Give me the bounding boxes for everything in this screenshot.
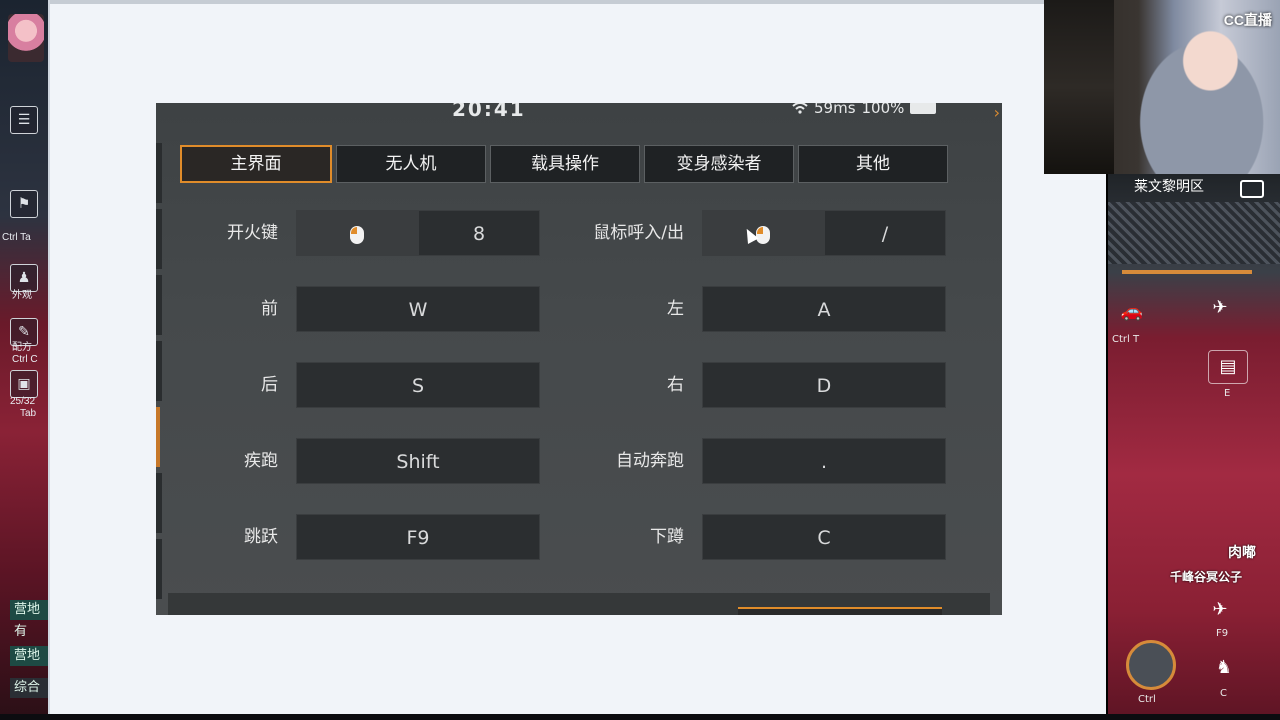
viewer-top-border	[50, 0, 1108, 4]
mouse-toggle-mouse-binding[interactable]	[702, 210, 824, 256]
location-label: 莱文黎明区	[1134, 179, 1204, 195]
confirm-button[interactable]	[738, 607, 942, 615]
player-name: 肉嘟	[1228, 545, 1256, 561]
vehicle-hotkey-label: Ctrl T	[1112, 334, 1140, 345]
left-item-label: Ctrl C	[12, 354, 38, 365]
camera-icon[interactable]	[1240, 180, 1264, 198]
tab-main-interface[interactable]: 主界面	[180, 145, 332, 183]
auto-run-key-binding[interactable]: .	[702, 438, 946, 484]
mouse-left-icon	[350, 225, 364, 244]
cc-live-logo: CC直播	[1223, 12, 1272, 28]
left-item-label: Ctrl Ta	[2, 232, 31, 243]
backpack-button[interactable]	[1126, 640, 1176, 690]
status-time: 20:41	[452, 103, 526, 121]
outfit-icon[interactable]: ♟	[10, 264, 38, 292]
fire-key-label: 开火键	[227, 223, 278, 243]
chat-channel-tag[interactable]: 营地	[10, 600, 48, 620]
fire-mouse-binding[interactable]	[296, 210, 418, 256]
toolbox-hotkey-label: E	[1224, 388, 1231, 399]
webcam-background	[1044, 0, 1114, 174]
drone-icon[interactable]: ✈	[1200, 292, 1240, 326]
right-label: 右	[667, 375, 684, 395]
tab-other[interactable]: 其他	[798, 145, 948, 183]
settings-tabs: 主界面 无人机 载具操作 变身感染者 其他	[180, 145, 948, 183]
drone-icon[interactable]: ✈	[1200, 594, 1240, 628]
task-icon[interactable]: ☰	[10, 106, 38, 134]
tab-drone[interactable]: 无人机	[336, 145, 486, 183]
right-game-strip: 莱文黎明区 🚗 Ctrl T ✈ ▤ E 肉嘟 千峰谷冥公子 ✈ F9 ♞ C …	[1106, 174, 1280, 720]
phone-status-bar: 20:41 59ms 100% ›	[156, 103, 1002, 122]
crouch-key-binding[interactable]: C	[702, 514, 946, 560]
ping-text: 59ms	[814, 103, 856, 117]
forward-label: 前	[261, 299, 278, 319]
wifi-icon	[792, 103, 808, 114]
image-viewer: 20:41 59ms 100% › 主界面 无人机 载具操作 变身感染者 其他 …	[48, 0, 1108, 720]
chat-channel-tag[interactable]: 营地	[10, 646, 48, 666]
battery-text: 100%	[861, 103, 905, 117]
jump-label: 跳跃	[244, 527, 278, 547]
mouse-left-icon	[756, 225, 770, 244]
bottom-edge	[0, 714, 1280, 720]
crouch-hotkey-label: C	[1220, 688, 1227, 699]
mouse-toggle-key-binding[interactable]: /	[824, 210, 946, 256]
flag-icon[interactable]: ⚑	[10, 190, 38, 218]
right-key-binding[interactable]: D	[702, 362, 946, 408]
left-item-label: Tab	[20, 408, 37, 419]
tab-infected-transform[interactable]: 变身感染者	[644, 145, 794, 183]
tab-vehicle[interactable]: 载具操作	[490, 145, 640, 183]
sprint-label: 疾跑	[244, 451, 278, 471]
status-indicators: 59ms 100%	[792, 103, 937, 117]
auto-run-label: 自动奔跑	[616, 451, 684, 471]
back-label: 后	[261, 375, 278, 395]
toolbox-icon[interactable]: ▤	[1208, 350, 1248, 384]
left-game-strip: ☰ ⚑ Ctrl Ta ♟ 外观 ✎ 配方 Ctrl C ▣ 25/32 Tab…	[0, 0, 48, 720]
webcam-overlay: CC直播	[1044, 0, 1280, 174]
left-item-label: 外观	[12, 290, 32, 301]
left-item-label: 25/32	[10, 396, 36, 407]
game-scene	[1108, 202, 1280, 264]
car-icon[interactable]: 🚗	[1112, 296, 1152, 330]
drone-hotkey-label: F9	[1216, 628, 1229, 639]
left-item-label: 配方	[12, 342, 32, 353]
left-label: 左	[667, 299, 684, 319]
mouse-toggle-label: 鼠标呼入/出	[593, 223, 684, 243]
keybind-settings-panel: 20:41 59ms 100% › 主界面 无人机 载具操作 变身感染者 其他 …	[156, 103, 1002, 615]
chat-channel-tag[interactable]: 有	[10, 622, 48, 642]
screen: ☰ ⚑ Ctrl Ta ♟ 外观 ✎ 配方 Ctrl C ▣ 25/32 Tab…	[0, 0, 1280, 720]
chat-channel-tag[interactable]: 综合	[10, 678, 48, 698]
avatar[interactable]	[8, 14, 44, 62]
backpack-icon[interactable]: ▣	[10, 370, 38, 398]
battery-icon	[910, 103, 937, 114]
player-title: 千峰谷冥公子	[1170, 570, 1243, 584]
crouch-label: 下蹲	[650, 527, 684, 547]
crouch-icon[interactable]: ♞	[1204, 652, 1244, 686]
left-key-binding[interactable]: A	[702, 286, 946, 332]
progress-bar	[1122, 270, 1252, 274]
chevron-right-icon: ›	[993, 103, 1000, 122]
backpack-hotkey-label: Ctrl	[1138, 694, 1156, 705]
